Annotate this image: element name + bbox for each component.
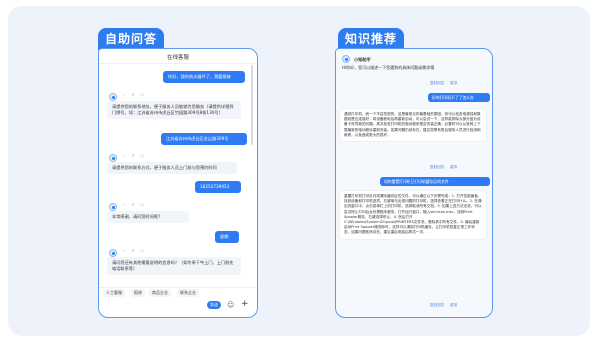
bot-avatar xyxy=(109,154,117,162)
kb-answer-1: 遇到打印机，而一个不容忽视的，这是最常见的最基础的原因，你可以检查电源线和数据线… xyxy=(340,109,486,142)
kb-bot-avatar xyxy=(342,55,350,63)
header-divider xyxy=(99,63,257,64)
copy-answer-link[interactable]: 复制回答 xyxy=(430,165,444,170)
chat-title: 在线客服 xyxy=(166,55,189,61)
user-message-1: 你好，我的热水器坏了，我要报修 xyxy=(163,71,245,83)
kb-bot-name: 小知助手 xyxy=(354,57,371,62)
tab-self-service-qa[interactable]: 自助问答 xyxy=(98,28,164,50)
emoji-icon[interactable]: ☺ xyxy=(227,300,234,310)
bot-message-2: 请提供您的联系方式，便于服务人员上门前与您预约时间 xyxy=(107,162,237,174)
bot-avatar xyxy=(109,249,117,257)
kb-header: 小知助手 Hi你好，您可以描述一下您遇到的具体问题或需求哦 xyxy=(342,55,486,83)
quick-button-contact-enterprise[interactable]: 联系企业 xyxy=(177,289,199,297)
message-action-icons[interactable]: ✓ ✗ ☐ xyxy=(123,153,146,158)
regenerate-link[interactable]: 重排 xyxy=(450,81,457,86)
copy-answer-link[interactable]: 复制回答 xyxy=(430,81,444,86)
message-action-icons[interactable]: ✓ ✗ ☐ xyxy=(123,92,146,97)
regenerate-link[interactable]: 重排 xyxy=(450,165,457,170)
quick-button-product-enterprise[interactable]: 商品企业 xyxy=(149,289,171,297)
bot-message-4: 请问您还有其他需要说明的信息吗？（如冬季下午上门、上门前先电话联系等） xyxy=(107,257,241,275)
message-input[interactable] xyxy=(103,300,203,310)
tab-knowledge-recommend[interactable]: 知识推荐 xyxy=(338,28,404,50)
quick-buttons-bar: 人工客服 报修 商品企业 联系企业 xyxy=(99,287,257,297)
bot-message-1: 请提供您的联系地址，便于服务人员能够为您服务（请提供详细到门牌号，如：江苏省苏州… xyxy=(107,101,241,119)
user-message-4: 星期 xyxy=(215,231,239,243)
bot-message-3: 非常感谢，请问您时间呢? xyxy=(107,211,189,223)
user-message-2: 江苏省苏州市虎丘区金山路309号 xyxy=(161,133,247,145)
send-button[interactable]: 发送 xyxy=(207,301,221,309)
kb-intro: Hi你好，您可以描述一下您遇到的具体问题或需求哦 xyxy=(342,65,435,70)
kb-user-question-2: 如何重置打印机已打印机缓存区的文件 xyxy=(380,177,490,186)
kb-answer-2: 重置打印机打印队列或清除缓存区的文件，可以通过以下步骤完成：1. 打开控制面板，… xyxy=(340,191,486,239)
chat-scrollbar[interactable] xyxy=(251,65,253,145)
kb-user-question-1: 好的打印机不了了怎么办 xyxy=(428,93,490,102)
background-card xyxy=(8,6,590,336)
knowledge-panel: 小知助手 Hi你好，您可以描述一下您遇到的具体问题或需求哦 复制回答 重排 好的… xyxy=(335,48,493,318)
chat-panel: 在线客服 你好，我的热水器坏了，我要报修 ✓ ✗ ☐ 请提供您的联系地址，便于服… xyxy=(98,48,258,318)
bot-avatar xyxy=(109,93,117,101)
plus-icon[interactable]: + xyxy=(241,299,249,309)
message-action-icons[interactable]: ✓ ✗ ☐ xyxy=(123,202,146,207)
regenerate-link[interactable]: 重排 xyxy=(450,303,457,308)
user-message-3: 18252739953 xyxy=(195,181,241,193)
quick-button-repair[interactable]: 报修 xyxy=(131,289,145,297)
bot-avatar xyxy=(109,203,117,211)
quick-button-human-agent[interactable]: 人工客服 xyxy=(103,289,125,297)
chat-input-bar: 发送 ☺ + xyxy=(103,299,253,311)
message-action-icons[interactable]: ✓ ✗ ☐ xyxy=(123,248,146,253)
copy-answer-link[interactable]: 复制回答 xyxy=(430,303,444,308)
